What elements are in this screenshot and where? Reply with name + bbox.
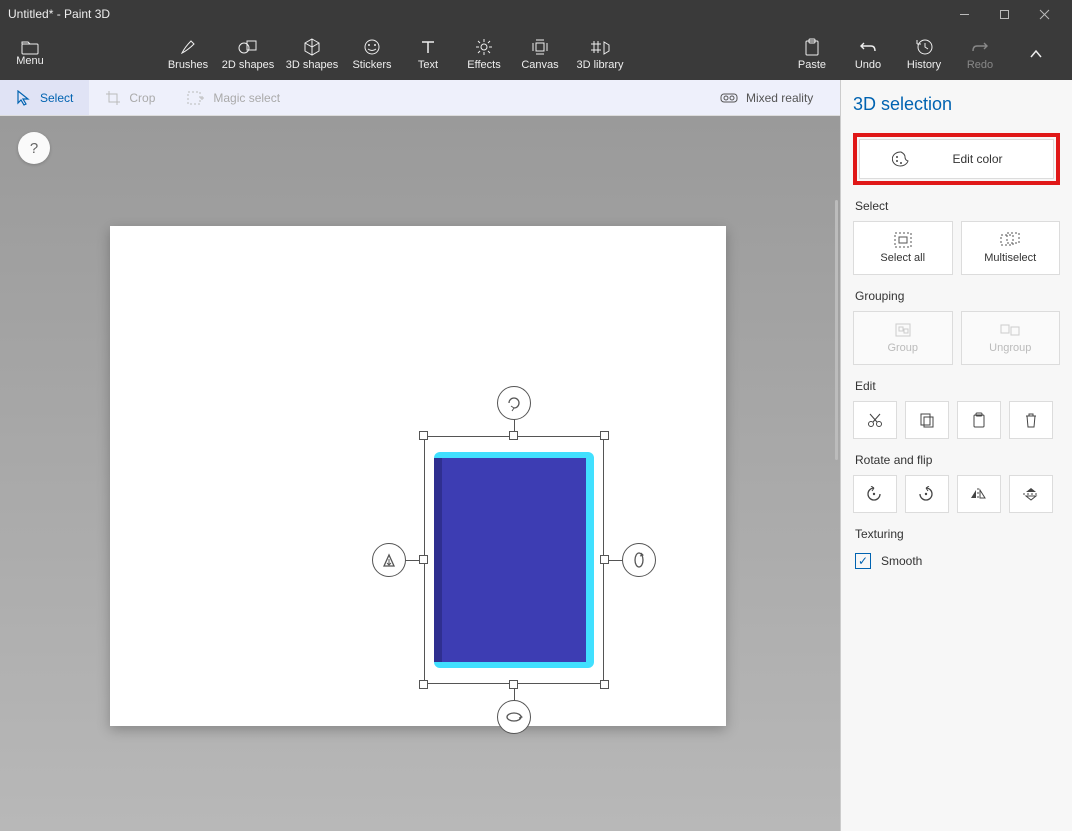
ribbon-history[interactable]: History (896, 28, 952, 80)
flip-vertical-button[interactable] (1009, 475, 1053, 513)
rotate-ccw-icon (866, 486, 884, 502)
resize-handle-tm[interactable] (509, 431, 518, 440)
smooth-checkbox-row[interactable]: ✓ Smooth (853, 549, 1060, 573)
copy-icon (919, 412, 935, 428)
ribbon-redo: Redo (952, 28, 1008, 80)
clipboard-icon (972, 412, 986, 428)
resize-handle-ml[interactable] (419, 555, 428, 564)
rotate-ccw-button[interactable] (853, 475, 897, 513)
section-select: Select (855, 199, 1060, 213)
ribbon-undo[interactable]: Undo (840, 28, 896, 80)
ribbon-text[interactable]: Text (400, 28, 456, 80)
canvas[interactable] (110, 226, 726, 726)
tool-crop: Crop (89, 80, 171, 115)
mixed-reality-icon (720, 91, 738, 105)
scissors-icon (867, 412, 883, 428)
folder-icon (21, 41, 39, 55)
ribbon-2d-shapes[interactable]: 2D shapes (216, 28, 280, 80)
ribbon: Menu Brushes 2D shapes 3D shapes Sticker… (0, 28, 1072, 80)
section-rotate: Rotate and flip (855, 453, 1060, 467)
resize-handle-tr[interactable] (600, 431, 609, 440)
ribbon-3d-library[interactable]: 3D library (568, 28, 632, 80)
resize-handle-tl[interactable] (419, 431, 428, 440)
cursor-icon (16, 90, 30, 106)
brush-icon (179, 38, 197, 56)
menu-button[interactable]: Menu (0, 28, 60, 80)
copy-button[interactable] (905, 401, 949, 439)
trash-icon (1024, 412, 1038, 428)
ribbon-collapse[interactable] (1008, 28, 1064, 80)
smooth-label: Smooth (881, 554, 922, 568)
crop-icon (105, 90, 121, 106)
title-bar: Untitled* - Paint 3D (0, 0, 1072, 28)
palette-icon (892, 151, 910, 167)
ribbon-effects[interactable]: Effects (456, 28, 512, 80)
workspace[interactable]: ? (0, 116, 840, 831)
window-title: Untitled* - Paint 3D (8, 7, 944, 21)
section-edit: Edit (855, 379, 1060, 393)
checkbox-checked-icon[interactable]: ✓ (855, 553, 871, 569)
ungroup-icon (1000, 322, 1020, 338)
tool-mixed-reality[interactable]: Mixed reality (704, 80, 829, 115)
section-grouping: Grouping (855, 289, 1060, 303)
rotate-cw-button[interactable] (905, 475, 949, 513)
rotate-z-handle[interactable] (497, 386, 531, 420)
ribbon-3d-shapes[interactable]: 3D shapes (280, 28, 344, 80)
text-icon (420, 38, 436, 56)
minimize-button[interactable] (944, 0, 984, 28)
select-all-button[interactable]: Select all (853, 221, 953, 275)
effects-icon (475, 38, 493, 56)
flip-horizontal-button[interactable] (957, 475, 1001, 513)
library-icon (590, 38, 610, 56)
tool-magic-select: Magic select (171, 80, 296, 115)
tool-select[interactable]: Select (0, 80, 89, 115)
chevron-up-icon (1029, 45, 1043, 63)
menu-label: Menu (16, 55, 44, 67)
panel-title: 3D selection (853, 94, 1060, 115)
scrollbar[interactable] (835, 200, 838, 460)
rotate-cw-icon (918, 486, 936, 502)
close-button[interactable] (1024, 0, 1064, 28)
resize-handle-br[interactable] (600, 680, 609, 689)
rotate-y-handle[interactable] (497, 700, 531, 734)
edit-color-highlight: Edit color (853, 133, 1060, 185)
group-button: Group (853, 311, 953, 365)
multiselect-icon (1000, 232, 1020, 248)
delete-button[interactable] (1009, 401, 1053, 439)
ribbon-stickers[interactable]: Stickers (344, 28, 400, 80)
history-icon (915, 38, 933, 56)
help-button[interactable]: ? (18, 132, 50, 164)
edit-color-button[interactable]: Edit color (859, 139, 1054, 179)
magic-select-icon (187, 91, 205, 105)
stickers-icon (363, 38, 381, 56)
shapes-2d-icon (238, 38, 258, 56)
select-all-icon (894, 232, 912, 248)
ribbon-canvas[interactable]: Canvas (512, 28, 568, 80)
canvas-icon (532, 38, 548, 56)
ribbon-paste[interactable]: Paste (784, 28, 840, 80)
selection-outline (424, 436, 604, 684)
cut-button[interactable] (853, 401, 897, 439)
multiselect-button[interactable]: Multiselect (961, 221, 1061, 275)
resize-handle-bl[interactable] (419, 680, 428, 689)
selection-gizmo[interactable] (424, 436, 604, 684)
group-icon (894, 322, 912, 338)
flip-v-icon (1022, 487, 1040, 501)
paste-button[interactable] (957, 401, 1001, 439)
side-panel: 3D selection Edit color Select Select al… (840, 80, 1072, 831)
redo-icon (971, 38, 989, 56)
ungroup-button: Ungroup (961, 311, 1061, 365)
flip-h-icon (970, 487, 988, 501)
shapes-3d-icon (303, 38, 321, 56)
maximize-button[interactable] (984, 0, 1024, 28)
depth-handle[interactable] (372, 543, 406, 577)
paste-icon (804, 38, 820, 56)
section-texturing: Texturing (855, 527, 1060, 541)
rotate-x-handle[interactable] (622, 543, 656, 577)
undo-icon (859, 38, 877, 56)
ribbon-brushes[interactable]: Brushes (160, 28, 216, 80)
